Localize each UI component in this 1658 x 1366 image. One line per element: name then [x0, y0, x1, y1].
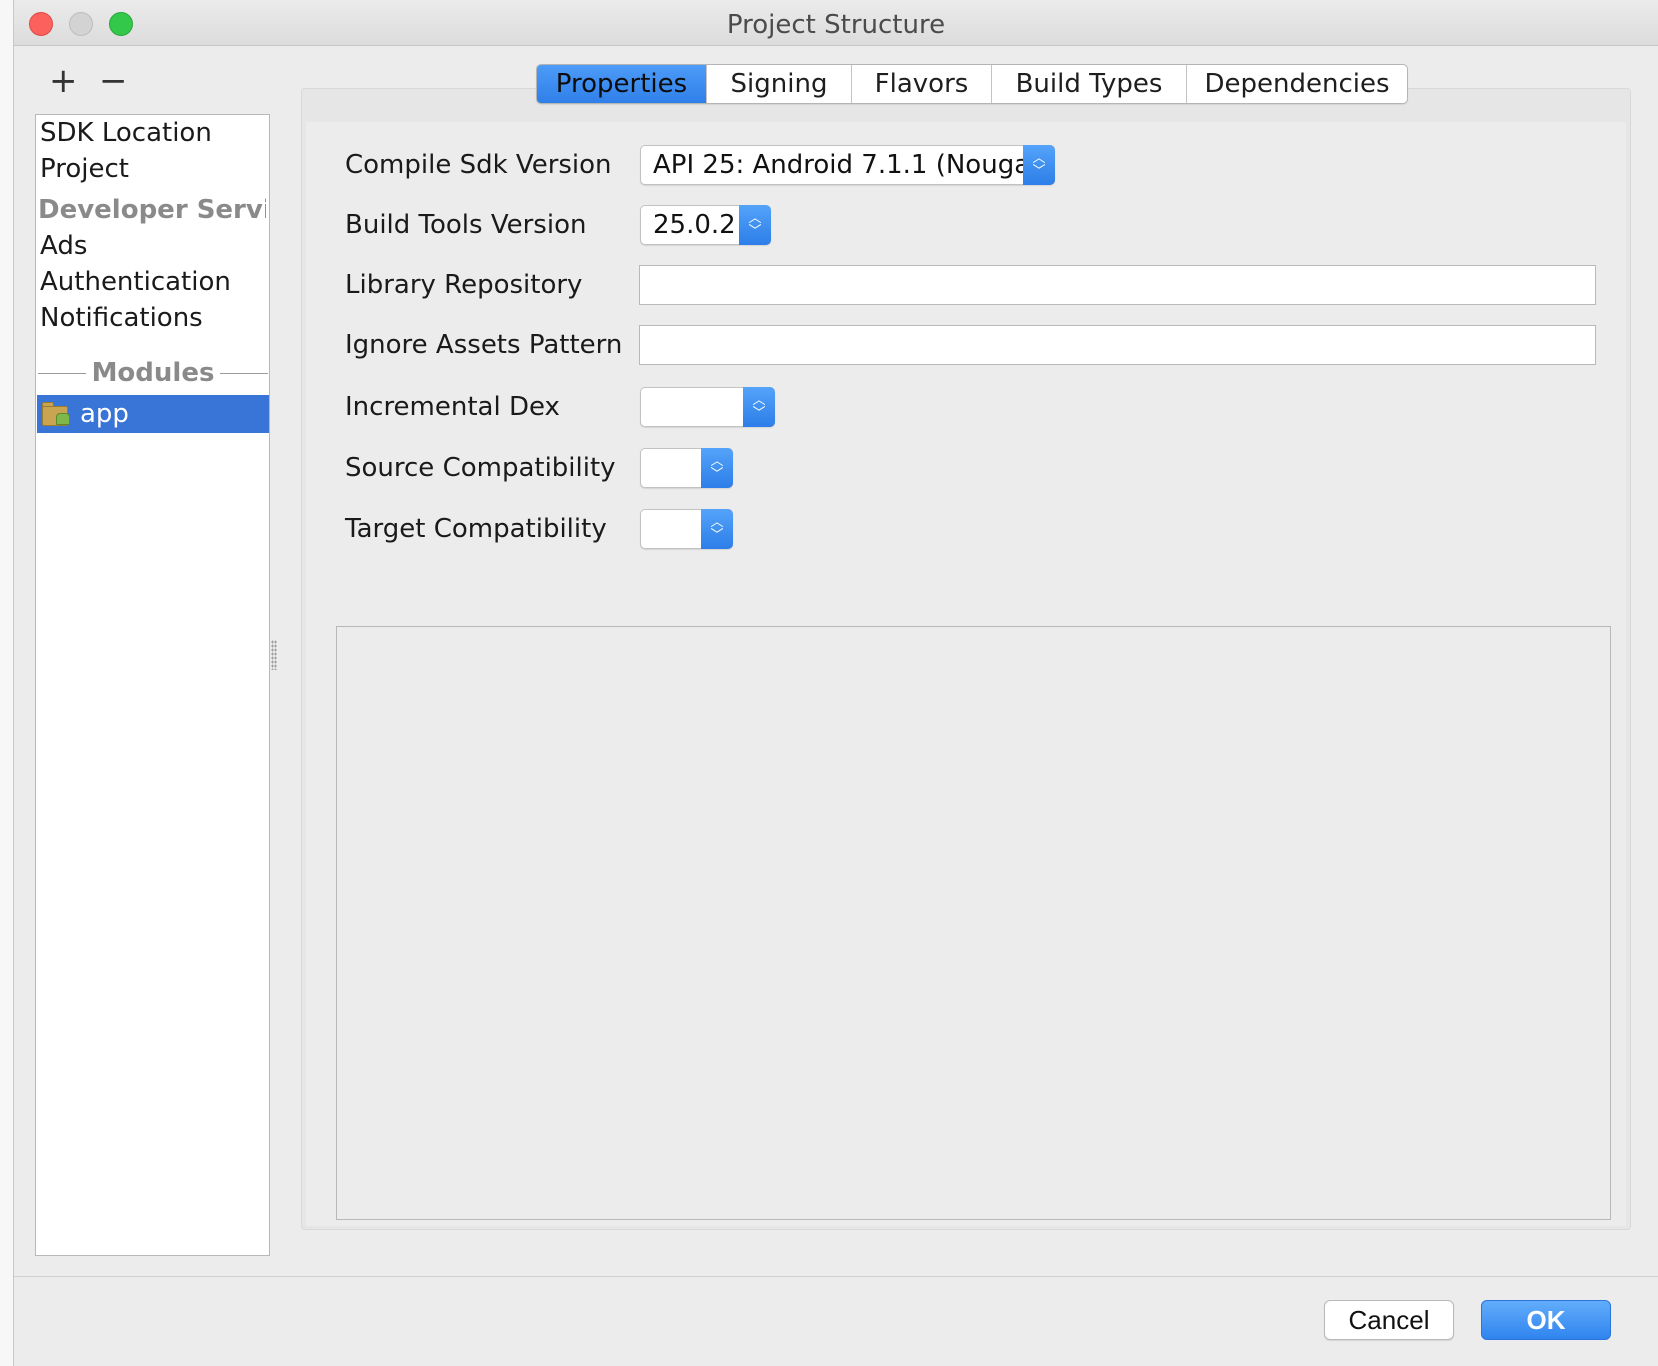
target-compat-label: Target Compatibility	[345, 514, 607, 544]
splitter-handle[interactable]	[271, 640, 277, 670]
library-repository-input[interactable]	[639, 265, 1596, 305]
target-compat-select[interactable]: ︿ ﹀	[640, 508, 733, 549]
source-compat-select[interactable]: ︿ ﹀	[640, 447, 733, 488]
remove-icon[interactable]: −	[99, 64, 128, 98]
build-tools-label: Build Tools Version	[345, 210, 587, 240]
incremental-dex-select[interactable]: ︿ ﹀	[640, 386, 775, 427]
sidebar-item-label: app	[80, 399, 129, 429]
build-tools-select[interactable]: 25.0.2 ︿ ﹀	[640, 204, 771, 245]
tab-build-types[interactable]: Build Types	[992, 65, 1187, 103]
chevron-updown-icon: ︿ ﹀	[743, 386, 775, 427]
library-repository-label: Library Repository	[345, 270, 583, 300]
incremental-dex-label: Incremental Dex	[345, 392, 560, 422]
project-structure-dialog: Project Structure + − SDK Location Proje…	[13, 0, 1658, 1366]
tab-properties[interactable]: Properties	[537, 65, 707, 103]
window-title: Project Structure	[726, 10, 946, 40]
tab-dependencies[interactable]: Dependencies	[1187, 65, 1407, 103]
separator-line-right	[220, 372, 269, 374]
sidebar-item-project[interactable]: Project	[40, 151, 129, 187]
sidebar-item-authentication[interactable]: Authentication	[40, 264, 231, 300]
sidebar-item-ads[interactable]: Ads	[40, 228, 87, 264]
sidebar-item-sdk-location[interactable]: SDK Location	[40, 115, 212, 151]
ignore-assets-input[interactable]	[639, 325, 1596, 365]
ok-button[interactable]: OK	[1481, 1300, 1611, 1340]
source-compat-label: Source Compatibility	[345, 453, 616, 483]
chevron-updown-icon: ︿ ﹀	[701, 447, 733, 488]
sidebar-item-app[interactable]: app	[37, 395, 269, 433]
compile-sdk-label: Compile Sdk Version	[345, 150, 612, 180]
cancel-button[interactable]: Cancel	[1324, 1300, 1454, 1340]
build-tools-value: 25.0.2	[653, 210, 736, 240]
ignore-assets-label: Ignore Assets Pattern	[345, 330, 623, 360]
add-icon[interactable]: +	[49, 64, 78, 98]
sidebar-header-developer-services: Developer Servi…	[38, 195, 266, 225]
details-area	[336, 626, 1611, 1220]
tab-flavors[interactable]: Flavors	[852, 65, 992, 103]
footer-divider	[14, 1276, 1658, 1277]
title-bar: Project Structure	[14, 0, 1658, 46]
modules-separator: Modules	[38, 355, 269, 391]
tab-signing[interactable]: Signing	[707, 65, 852, 103]
chevron-updown-icon: ︿ ﹀	[701, 508, 733, 549]
chevron-updown-icon: ︿ ﹀	[739, 204, 771, 245]
sidebar-item-notifications[interactable]: Notifications	[40, 300, 203, 336]
compile-sdk-value: API 25: Android 7.1.1 (Nougat)	[653, 150, 1023, 180]
compile-sdk-select[interactable]: API 25: Android 7.1.1 (Nougat) ︿ ﹀	[640, 144, 1055, 185]
module-tabs: Properties Signing Flavors Build Types D…	[536, 64, 1408, 104]
sidebar-list: SDK Location Project Developer Servi… Ad…	[35, 114, 270, 1256]
chevron-updown-icon: ︿ ﹀	[1023, 144, 1055, 185]
android-module-folder-icon	[42, 401, 72, 427]
modules-header: Modules	[91, 358, 215, 388]
background-window-edge	[0, 0, 14, 1366]
separator-line-left	[38, 372, 86, 374]
